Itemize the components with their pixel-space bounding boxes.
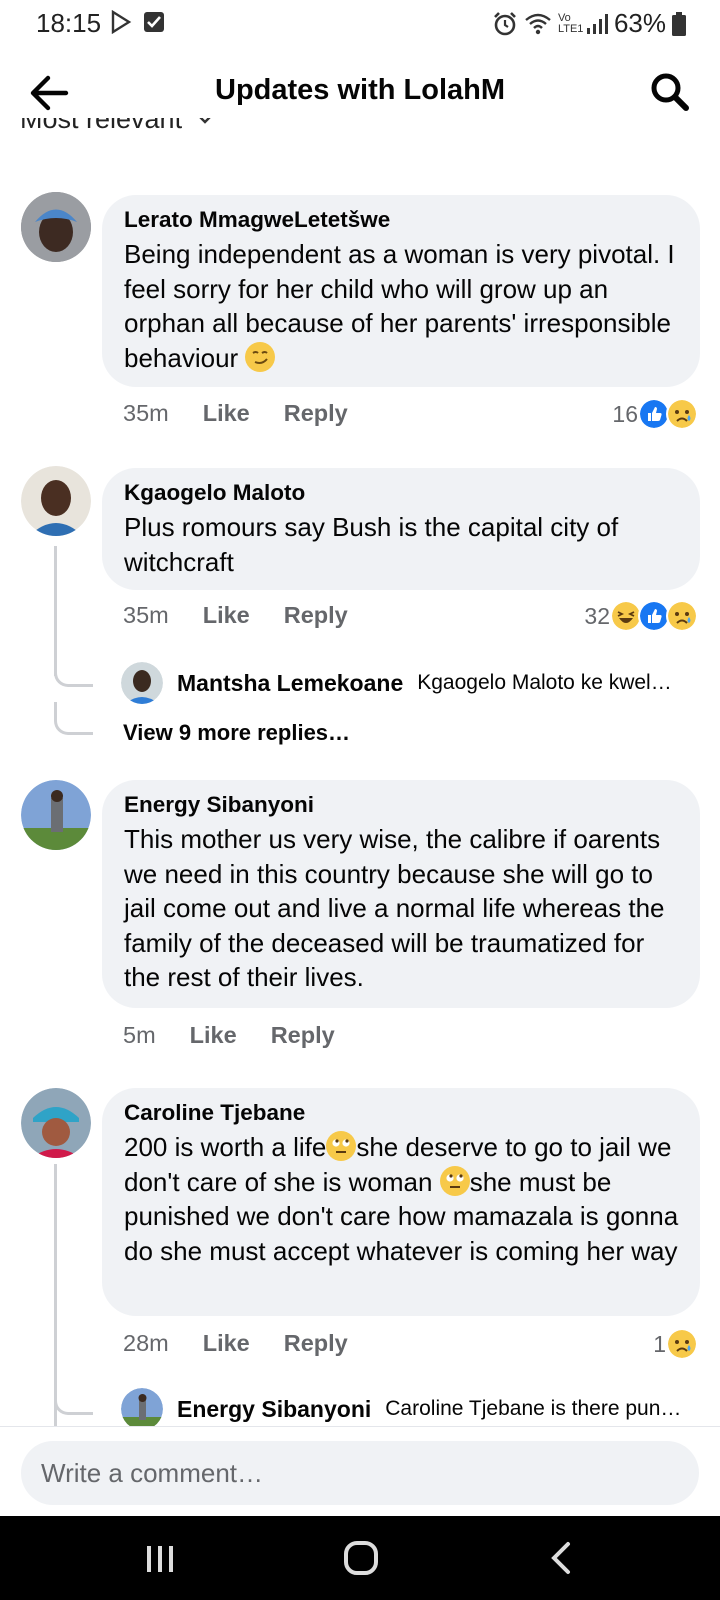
wifi-icon [525,13,551,34]
page-title: Updates with LolahM [215,74,505,106]
reply-button[interactable]: Reply [284,602,348,629]
status-right: Vo LTE1 63% [492,8,686,39]
reply-button[interactable]: Reply [271,1022,335,1049]
comment-author[interactable]: Lerato MmagweLetetšwe [124,207,680,233]
thread-branch [54,654,93,687]
comment-author[interactable]: Energy Sibanyoni [124,792,680,818]
comment-bubble[interactable]: Lerato MmagweLetetšwe Being independent … [102,195,700,387]
comment-bubble[interactable]: Energy Sibanyoni This mother us very wis… [102,780,700,1008]
search-icon[interactable] [648,70,692,114]
avatar[interactable] [21,1088,91,1158]
signal-icon [586,13,608,34]
sad-reaction-icon [666,1328,698,1360]
comment-text: 200 is worth a life she deserve to go to … [124,1131,679,1266]
sort-dropdown[interactable]: Most relevant [20,118,212,148]
sad-reaction-icon [666,600,698,632]
avatar[interactable] [121,1388,163,1430]
avatar[interactable] [21,466,91,536]
home-icon[interactable] [331,1536,391,1580]
chevron-down-icon [199,118,211,124]
alarm-icon [494,11,516,35]
reply-preview[interactable]: Energy Sibanyoni Caroline Tjebane is the… [121,1388,686,1430]
reply-preview[interactable]: Mantsha Lemekoane Kgaogelo Maloto ke kwe… [121,662,686,704]
battery-percent: 63% [613,8,666,38]
reply-author[interactable]: Energy Sibanyoni [177,1396,371,1423]
like-button[interactable]: Like [203,1330,250,1357]
comment-text: This mother us very wise, the calibre if… [124,824,665,992]
reply-text: Kgaogelo Maloto ke kwel… [417,671,672,694]
comment-time: 5m [123,1022,156,1048]
comment-time: 28m [123,1330,169,1356]
back-nav-icon[interactable] [532,1536,592,1580]
recent-apps-icon[interactable] [130,1536,190,1580]
comment-time: 35m [123,400,169,426]
eye-roll-emoji-icon [439,1165,470,1196]
comment-text: Plus romours say Bush is the capital cit… [124,512,619,577]
comment-actions: 35m Like Reply [123,400,348,427]
view-more-replies[interactable]: View 9 more replies… [123,720,350,746]
comment-actions: 28m Like Reply [123,1330,348,1357]
play-store-icon [111,10,132,34]
reactions-summary[interactable]: 32 [584,600,698,632]
comment-bubble[interactable]: Kgaogelo Maloto Plus romours say Bush is… [102,468,700,590]
battery-icon [672,11,686,36]
smirk-emoji-icon [245,341,276,372]
comment-author[interactable]: Kgaogelo Maloto [124,480,680,506]
thread-branch [54,702,93,735]
avatar[interactable] [21,192,91,262]
avatar[interactable] [121,662,163,704]
checkbox-icon [144,12,164,32]
reactions-summary[interactable]: 16 [612,398,698,430]
comment-time: 35m [123,602,169,628]
like-button[interactable]: Like [203,400,250,427]
comment-input[interactable]: Write a comment… [21,1441,699,1505]
reply-button[interactable]: Reply [284,1330,348,1357]
avatar[interactable] [21,780,91,850]
comment-author[interactable]: Caroline Tjebane [124,1100,680,1126]
status-bar: 18:15 Vo LTE1 63% [0,0,720,46]
system-nav-bar [0,1516,720,1600]
sad-reaction-icon [666,398,698,430]
reply-button[interactable]: Reply [284,400,348,427]
like-button[interactable]: Like [203,602,250,629]
comment-composer: Write a comment… [0,1426,720,1517]
app-header: Updates with LolahM [0,56,720,126]
sort-label: Most relevant [20,118,183,134]
network-label: Vo LTE1 [557,11,584,35]
reply-author[interactable]: Mantsha Lemekoane [177,670,403,697]
thread-branch [54,1382,93,1415]
reaction-count: 1 [653,1330,666,1357]
comment-text: Being independent as a woman is very piv… [124,239,675,373]
comment-actions: 35m Like Reply [123,602,348,629]
reaction-count: 16 [612,400,638,427]
status-time: 18:15 [36,8,102,38]
like-button[interactable]: Like [190,1022,237,1049]
eye-roll-emoji-icon [326,1131,357,1161]
reaction-count: 32 [584,602,610,629]
comment-bubble[interactable]: Caroline Tjebane 200 is worth a life she … [102,1088,700,1316]
comment-actions: 5m Like Reply [123,1022,335,1049]
reply-text: Caroline Tjebane is there pun… [385,1397,682,1420]
reactions-summary[interactable]: 1 [653,1328,698,1360]
status-left-icons [110,10,166,34]
